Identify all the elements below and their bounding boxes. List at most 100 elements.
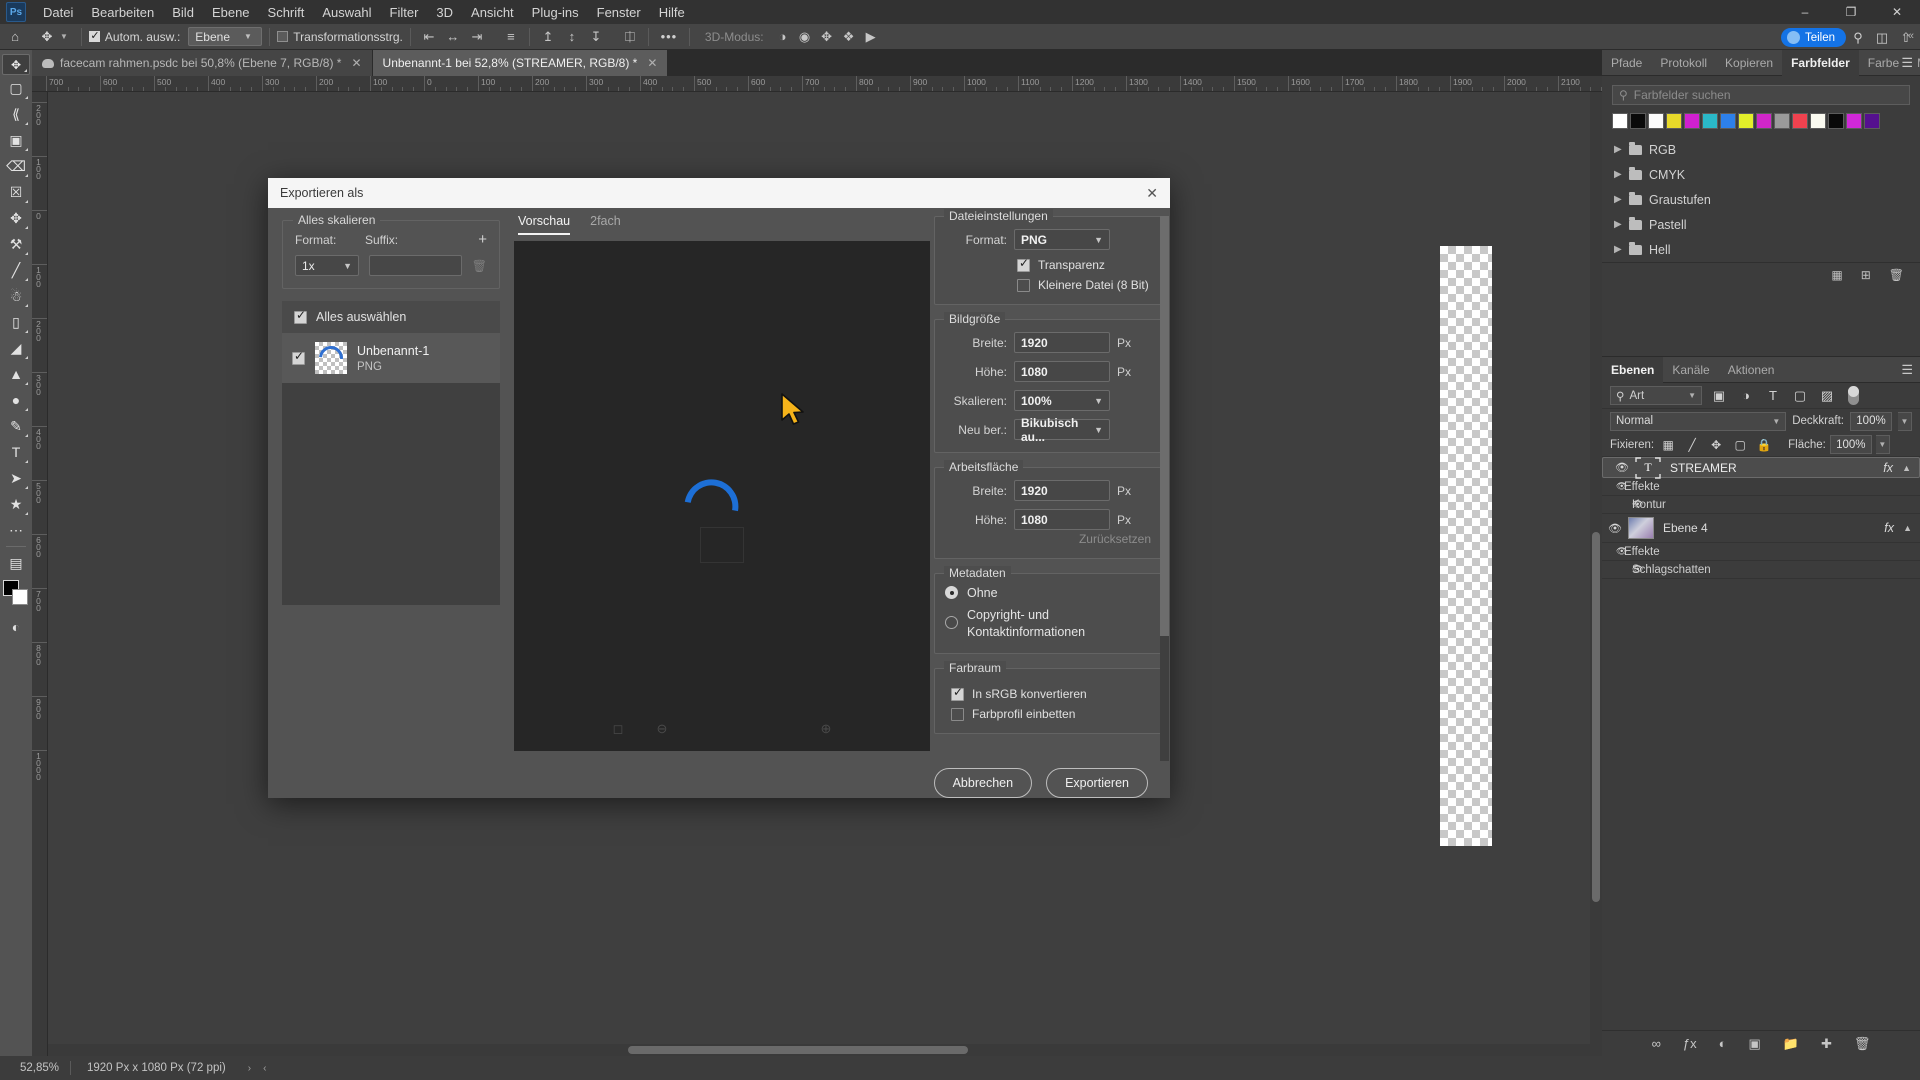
gradient-tool[interactable]: ◢ [2, 335, 30, 361]
reset-button[interactable]: Zurücksetzen [945, 532, 1151, 546]
menu-bearbeiten[interactable]: Bearbeiten [82, 2, 163, 23]
lock-artboard-icon[interactable]: ▢ [1730, 438, 1750, 452]
metadata-option-ohne[interactable]: Ohne [945, 586, 1151, 600]
embed-profile-checkbox[interactable]: Farbprofil einbetten [951, 707, 1151, 721]
file-format-select[interactable]: PNG ▼ [1014, 229, 1110, 250]
list-item[interactable]: 👁 Schlagschatten [1602, 561, 1920, 579]
select-all-checkbox[interactable]: Alles auswählen [282, 301, 500, 333]
menu-datei[interactable]: Datei [34, 2, 82, 23]
delete-layer-icon[interactable]: 🗑 [1854, 1036, 1871, 1052]
lock-image-icon[interactable]: ╱ [1682, 438, 1702, 452]
blur-tool[interactable]: ▲ [2, 361, 30, 387]
list-item[interactable]: 👁 Kontur [1602, 496, 1920, 514]
tab-ebenen[interactable]: Ebenen [1602, 356, 1664, 383]
fill-input[interactable]: 100% [1829, 435, 1872, 454]
scrollbar-thumb[interactable] [628, 1046, 968, 1054]
layer-fx-icon[interactable]: fx [1884, 521, 1894, 535]
workspace-icon[interactable]: ◫ [1872, 28, 1892, 47]
new-layer-icon[interactable]: ✚ [1821, 1036, 1832, 1052]
home-icon[interactable]: ⌂ [0, 29, 30, 44]
more-tools-icon[interactable]: ⋯ [2, 517, 30, 543]
tab-kopieren[interactable]: Kopieren [1716, 50, 1782, 76]
zoom-in-icon[interactable]: ⊕ [804, 721, 848, 737]
trash-icon[interactable]: 🗑 [472, 259, 487, 273]
filter-smart-object-icon[interactable]: ▨ [1817, 388, 1837, 404]
close-tab-icon[interactable]: ✕ [351, 56, 361, 70]
rectangular-marquee-tool[interactable]: ▢ [2, 75, 30, 101]
canvas-height-input[interactable]: 1080 [1014, 509, 1110, 530]
transform-controls-checkbox[interactable]: Transformationsstrg. [277, 30, 403, 44]
chevron-right-icon[interactable]: ▶ [1614, 194, 1622, 205]
delete-swatch-icon[interactable]: 🗑 [1889, 268, 1904, 282]
pan-3d-icon[interactable]: ✥ [816, 27, 838, 47]
document-canvas[interactable] [1440, 246, 1492, 846]
panel-menu-icon[interactable]: ☰ [1901, 362, 1913, 378]
effect-visibility-icon[interactable]: 👁 [1602, 499, 1643, 510]
link-layers-icon[interactable]: ∞ [1652, 1036, 1661, 1051]
chevron-up-icon[interactable]: ▲ [1902, 463, 1911, 473]
shape-tool[interactable]: ★ [2, 491, 30, 517]
vertical-ruler[interactable]: 200 100 0 100 200 300 400 500 600 700 800 900 1000 [32, 92, 48, 1056]
tab-farbfelder[interactable]: Farbfelder [1782, 49, 1859, 76]
smaller-file-checkbox[interactable]: Kleinere Datei (8 Bit) [1017, 278, 1151, 292]
swatch-9[interactable] [1774, 113, 1790, 129]
canvas-width-input[interactable]: 1920 [1014, 480, 1110, 501]
align-horizontal-centers-icon[interactable]: ↔ [442, 27, 464, 47]
table-row[interactable]: 👁 T STREAMER fx ▲ [1602, 456, 1920, 479]
menu-auswahl[interactable]: Auswahl [313, 2, 380, 23]
crop-tool[interactable]: ⌫ [2, 153, 30, 179]
orbit-3d-icon[interactable]: ◑ [772, 27, 794, 47]
pen-tool[interactable]: ✎ [2, 413, 30, 439]
chevron-down-icon[interactable]: ▼ [60, 32, 68, 41]
tab-vorschau[interactable]: Vorschau [518, 214, 571, 235]
layer-fx-icon[interactable]: fx [1883, 461, 1893, 475]
tab-kanaele[interactable]: Kanäle [1663, 357, 1718, 383]
align-right-edges-icon[interactable]: ⇥ [466, 27, 488, 47]
expand-panels-icon[interactable]: « [1908, 30, 1914, 42]
close-icon[interactable]: ✕ [1874, 0, 1920, 24]
move-tool[interactable]: ✥ [2, 54, 30, 75]
frame-tool[interactable]: ☒ [2, 179, 30, 205]
effect-visibility-icon[interactable]: 👁 [1602, 564, 1643, 575]
object-selection-tool[interactable]: ▣ [2, 127, 30, 153]
filter-adjustment-icon[interactable]: ◑ [1736, 388, 1756, 403]
swatch-folder-cmyk[interactable]: ▶ CMYK [1602, 162, 1920, 187]
suffix-input[interactable] [369, 255, 462, 276]
new-swatch-icon[interactable]: ⊞ [1861, 268, 1871, 282]
swatch-7[interactable] [1738, 113, 1754, 129]
close-icon[interactable]: ✕ [1146, 185, 1158, 202]
swatch-search-input[interactable]: ⚲ Farbfelder suchen [1612, 85, 1910, 105]
tab-protokoll[interactable]: Protokoll [1651, 50, 1716, 76]
convert-srgb-checkbox[interactable]: In sRGB konvertieren [951, 685, 1151, 701]
dodge-tool[interactable]: ● [2, 387, 30, 413]
swatch-3[interactable] [1666, 113, 1682, 129]
swatch-11[interactable] [1810, 113, 1826, 129]
menu-plugins[interactable]: Plug-ins [523, 2, 588, 23]
swatch-4[interactable] [1684, 113, 1700, 129]
camera-3d-icon[interactable]: ▶ [860, 27, 882, 47]
plus-icon[interactable]: + [478, 231, 487, 248]
fill-stepper[interactable]: ▼ [1875, 435, 1890, 454]
filter-type-icon[interactable]: T [1763, 388, 1783, 403]
menu-3d[interactable]: 3D [427, 2, 462, 23]
menu-filter[interactable]: Filter [381, 2, 428, 23]
tab-aktionen[interactable]: Aktionen [1719, 357, 1784, 383]
swatch-folder-graustufen[interactable]: ▶ Graustufen [1602, 187, 1920, 212]
swatch-0[interactable] [1612, 113, 1628, 129]
eyedropper-tool[interactable]: ✥ [2, 205, 30, 231]
horizontal-ruler[interactable]: 700 600 500 400 300 200 100 0 100 200 300 400 500 600… [32, 76, 1602, 92]
opacity-stepper[interactable]: ▼ [1898, 411, 1912, 431]
align-top-edges-icon[interactable]: ↥ [537, 27, 559, 47]
new-adjustment-icon[interactable]: ▣ [1748, 1036, 1760, 1052]
minimize-icon[interactable]: – [1782, 0, 1828, 24]
menu-ansicht[interactable]: Ansicht [462, 2, 523, 23]
blend-mode-select[interactable]: Normal ▼ [1610, 411, 1787, 431]
effects-visibility-icon[interactable]: 👁 [1602, 481, 1627, 492]
swatch-12[interactable] [1828, 113, 1844, 129]
tab-pfade[interactable]: Pfade [1602, 50, 1651, 76]
preview-canvas[interactable]: ◻ ⊖ ⊕ [514, 241, 930, 751]
document-tab-facecam[interactable]: facecam rahmen.psdc bei 50,8% (Ebene 7, … [32, 50, 373, 76]
auto-select-scope-select[interactable]: Ebene ▼ [188, 27, 263, 46]
new-folder-icon[interactable]: ▦ [1831, 268, 1842, 282]
filter-shape-icon[interactable]: ▢ [1790, 388, 1810, 404]
